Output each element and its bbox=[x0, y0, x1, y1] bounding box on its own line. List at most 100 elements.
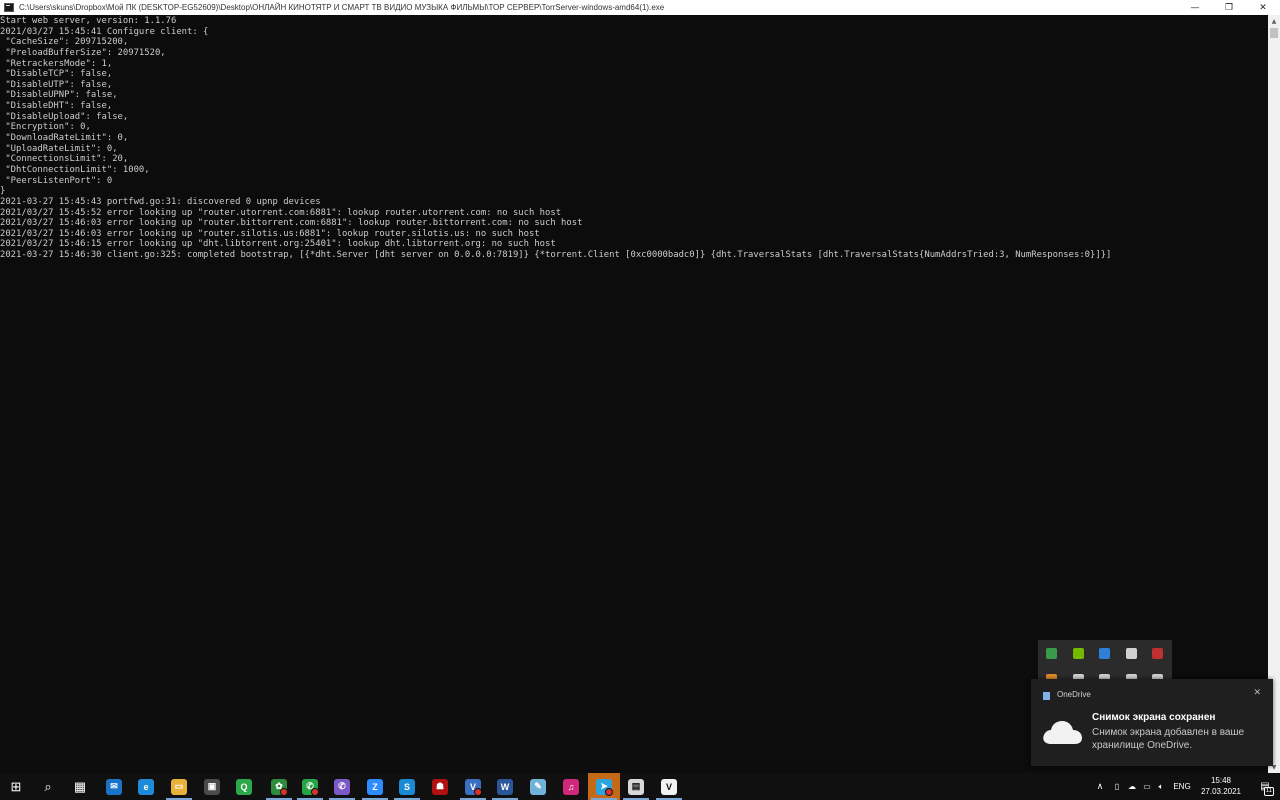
taskbar-button-edge[interactable]: e bbox=[130, 773, 162, 800]
mail-icon: ✉ bbox=[106, 778, 122, 795]
console-app-icon bbox=[4, 3, 14, 12]
console-line: "ConnectionsLimit": 20, bbox=[0, 154, 129, 165]
taskbar-button-whatsapp[interactable]: ✆ bbox=[294, 773, 326, 800]
window-title: C:\Users\skuns\Dropbox\Мой ПК (DESKTOP-E… bbox=[19, 3, 665, 12]
network-icon[interactable]: ▭ bbox=[1140, 773, 1154, 800]
clock-time: 15:48 bbox=[1210, 776, 1232, 785]
taskbar-button-vegas-app[interactable]: V bbox=[653, 773, 685, 800]
toast-title: Снимок экрана сохранен bbox=[1092, 712, 1216, 723]
nvidia-icon[interactable] bbox=[1072, 648, 1084, 659]
taskbar-button-gaming-app[interactable]: ☗ bbox=[424, 773, 456, 800]
magnifier-app-icon: Q bbox=[236, 778, 252, 795]
store-icon: ▣ bbox=[204, 778, 220, 795]
shield-icon[interactable] bbox=[1046, 648, 1057, 659]
console-line: "DisableUpload": false, bbox=[0, 111, 129, 122]
tray-chevron-button[interactable]: ∧ bbox=[1092, 773, 1108, 800]
taskbar-button-skype[interactable]: S bbox=[391, 773, 423, 800]
console-line: 2021/03/27 15:46:15 error looking up "dh… bbox=[0, 239, 556, 250]
unread-badge bbox=[280, 788, 288, 796]
title-bar[interactable]: C:\Users\skuns\Dropbox\Мой ПК (DESKTOP-E… bbox=[0, 0, 1280, 15]
vertical-scrollbar[interactable]: ▲ ▼ bbox=[1268, 15, 1280, 773]
console-line: 2021-03-27 15:45:43 portfwd.go:31: disco… bbox=[0, 196, 321, 207]
scrollbar-thumb[interactable] bbox=[1270, 28, 1278, 38]
console-line: "PeersListenPort": 0 bbox=[0, 175, 113, 186]
console-line: 2021-03-27 15:46:30 client.go:325: compl… bbox=[0, 250, 1112, 261]
toast-body: Снимок экрана добавлен в ваше хранилище … bbox=[1092, 727, 1245, 751]
system-tray: ∧ ▯ ☁ ▭ 🔈︎ ENG 15:48 27.03.2021 ▤ 11 bbox=[1090, 773, 1280, 800]
onedrive-tray-icon[interactable]: ☁ bbox=[1124, 773, 1140, 800]
taskbar-button-telegram[interactable]: ➤ bbox=[588, 773, 620, 800]
bluetooth-icon[interactable] bbox=[1099, 648, 1110, 659]
clock[interactable]: 15:48 27.03.2021 bbox=[1198, 775, 1244, 797]
defender-icon[interactable] bbox=[1125, 648, 1137, 659]
search-icon: ⌕ bbox=[40, 778, 56, 795]
usb-device-icon[interactable]: ▯ bbox=[1110, 773, 1124, 800]
notes-app-icon: ✎ bbox=[530, 778, 546, 795]
window-controls: — ❐ ✕ bbox=[1178, 0, 1280, 15]
edge-icon: e bbox=[138, 778, 154, 795]
word-icon: W bbox=[497, 778, 513, 795]
file-explorer-icon: ▭ bbox=[171, 778, 187, 795]
onedrive-notification-toast[interactable]: OneDrive ✕ Снимок экрана сохранен Снимок… bbox=[1031, 679, 1273, 766]
console-line: "DisableUPNP": false, bbox=[0, 90, 118, 101]
toast-app-name: OneDrive bbox=[1057, 690, 1091, 699]
taskbar-button-terminal-app[interactable]: ▤ bbox=[620, 773, 652, 800]
taskbar-button-store[interactable]: ▣ bbox=[196, 773, 228, 800]
music-app-icon: ♫ bbox=[563, 778, 579, 795]
console-line: 2021/03/27 15:46:03 error looking up "ro… bbox=[0, 228, 540, 239]
taskbar-button-task-view[interactable]: ▦ bbox=[64, 773, 96, 800]
console-line: "CacheSize": 209715200, bbox=[0, 37, 129, 48]
terminal-app-icon: ▤ bbox=[628, 778, 644, 795]
console-line: 2021/03/27 15:45:52 error looking up "ro… bbox=[0, 207, 562, 218]
console-line: "DisableDHT": false, bbox=[0, 101, 113, 112]
console-line: 2021/03/27 15:45:41 Configure client: { bbox=[0, 26, 209, 37]
console-line: } bbox=[0, 186, 6, 197]
taskbar-button-mail[interactable]: ✉ bbox=[98, 773, 130, 800]
antivirus-icon[interactable] bbox=[1152, 648, 1163, 659]
unread-badge bbox=[311, 788, 319, 796]
maximize-button[interactable]: ❐ bbox=[1212, 0, 1246, 15]
taskbar-button-word[interactable]: W bbox=[489, 773, 521, 800]
gaming-app-icon: ☗ bbox=[432, 778, 448, 795]
console-line: "RetrackersMode": 1, bbox=[0, 58, 113, 69]
console-line: 2021/03/27 15:46:03 error looking up "ro… bbox=[0, 218, 583, 229]
scroll-up-arrow-icon[interactable]: ▲ bbox=[1268, 15, 1280, 27]
start-button-icon: ⊞ bbox=[8, 778, 24, 795]
taskbar-button-viber[interactable]: ✆ bbox=[326, 773, 358, 800]
console-line: Start web server, version: 1.1.76 bbox=[0, 16, 177, 26]
unread-badge bbox=[605, 788, 613, 796]
console-line: "DisableTCP": false, bbox=[0, 69, 113, 80]
language-indicator[interactable]: ENG bbox=[1170, 773, 1194, 800]
console-line: "Encryption": 0, bbox=[0, 122, 91, 133]
taskbar-button-magnifier-app[interactable]: Q bbox=[228, 773, 260, 800]
console-line: "DisableUTP": false, bbox=[0, 79, 113, 90]
vegas-app-icon: V bbox=[661, 778, 677, 795]
task-view-icon: ▦ bbox=[72, 778, 88, 795]
zoom-icon: Z bbox=[367, 778, 383, 795]
taskbar-button-search[interactable]: ⌕ bbox=[32, 773, 64, 800]
viber-icon: ✆ bbox=[334, 778, 350, 795]
taskbar: ∧ ▯ ☁ ▭ 🔈︎ ENG 15:48 27.03.2021 ▤ 11 ⊞ ⌕ ▦… bbox=[0, 773, 1280, 800]
console-line: "UploadRateLimit": 0, bbox=[0, 143, 118, 154]
taskbar-button-vk[interactable]: V bbox=[457, 773, 489, 800]
close-button[interactable]: ✕ bbox=[1246, 0, 1280, 15]
volume-icon[interactable]: 🔈︎ bbox=[1154, 773, 1168, 800]
console-line: "PreloadBufferSize": 20971520, bbox=[0, 47, 166, 58]
taskbar-button-file-explorer[interactable]: ▭ bbox=[163, 773, 195, 800]
taskbar-button-zoom[interactable]: Z bbox=[359, 773, 391, 800]
clock-date: 27.03.2021 bbox=[1200, 787, 1242, 796]
cloud-icon bbox=[1043, 721, 1082, 744]
taskbar-button-ladybug-app[interactable]: ✿ bbox=[263, 773, 295, 800]
notification-center-button[interactable]: ▤ 11 bbox=[1250, 773, 1280, 800]
unread-badge bbox=[474, 788, 482, 796]
taskbar-button-music-app[interactable]: ♫ bbox=[555, 773, 587, 800]
onedrive-app-icon bbox=[1043, 692, 1050, 700]
skype-icon: S bbox=[399, 778, 415, 795]
console-line: "DhtConnectionLimit": 1000, bbox=[0, 164, 150, 175]
minimize-button[interactable]: — bbox=[1178, 0, 1212, 15]
taskbar-button-notes-app[interactable]: ✎ bbox=[522, 773, 554, 800]
taskbar-button-start-button[interactable]: ⊞ bbox=[0, 773, 32, 800]
console-line: "DownloadRateLimit": 0, bbox=[0, 133, 129, 144]
toast-close-button[interactable]: ✕ bbox=[1253, 688, 1261, 698]
notification-count-badge: 11 bbox=[1263, 787, 1274, 796]
